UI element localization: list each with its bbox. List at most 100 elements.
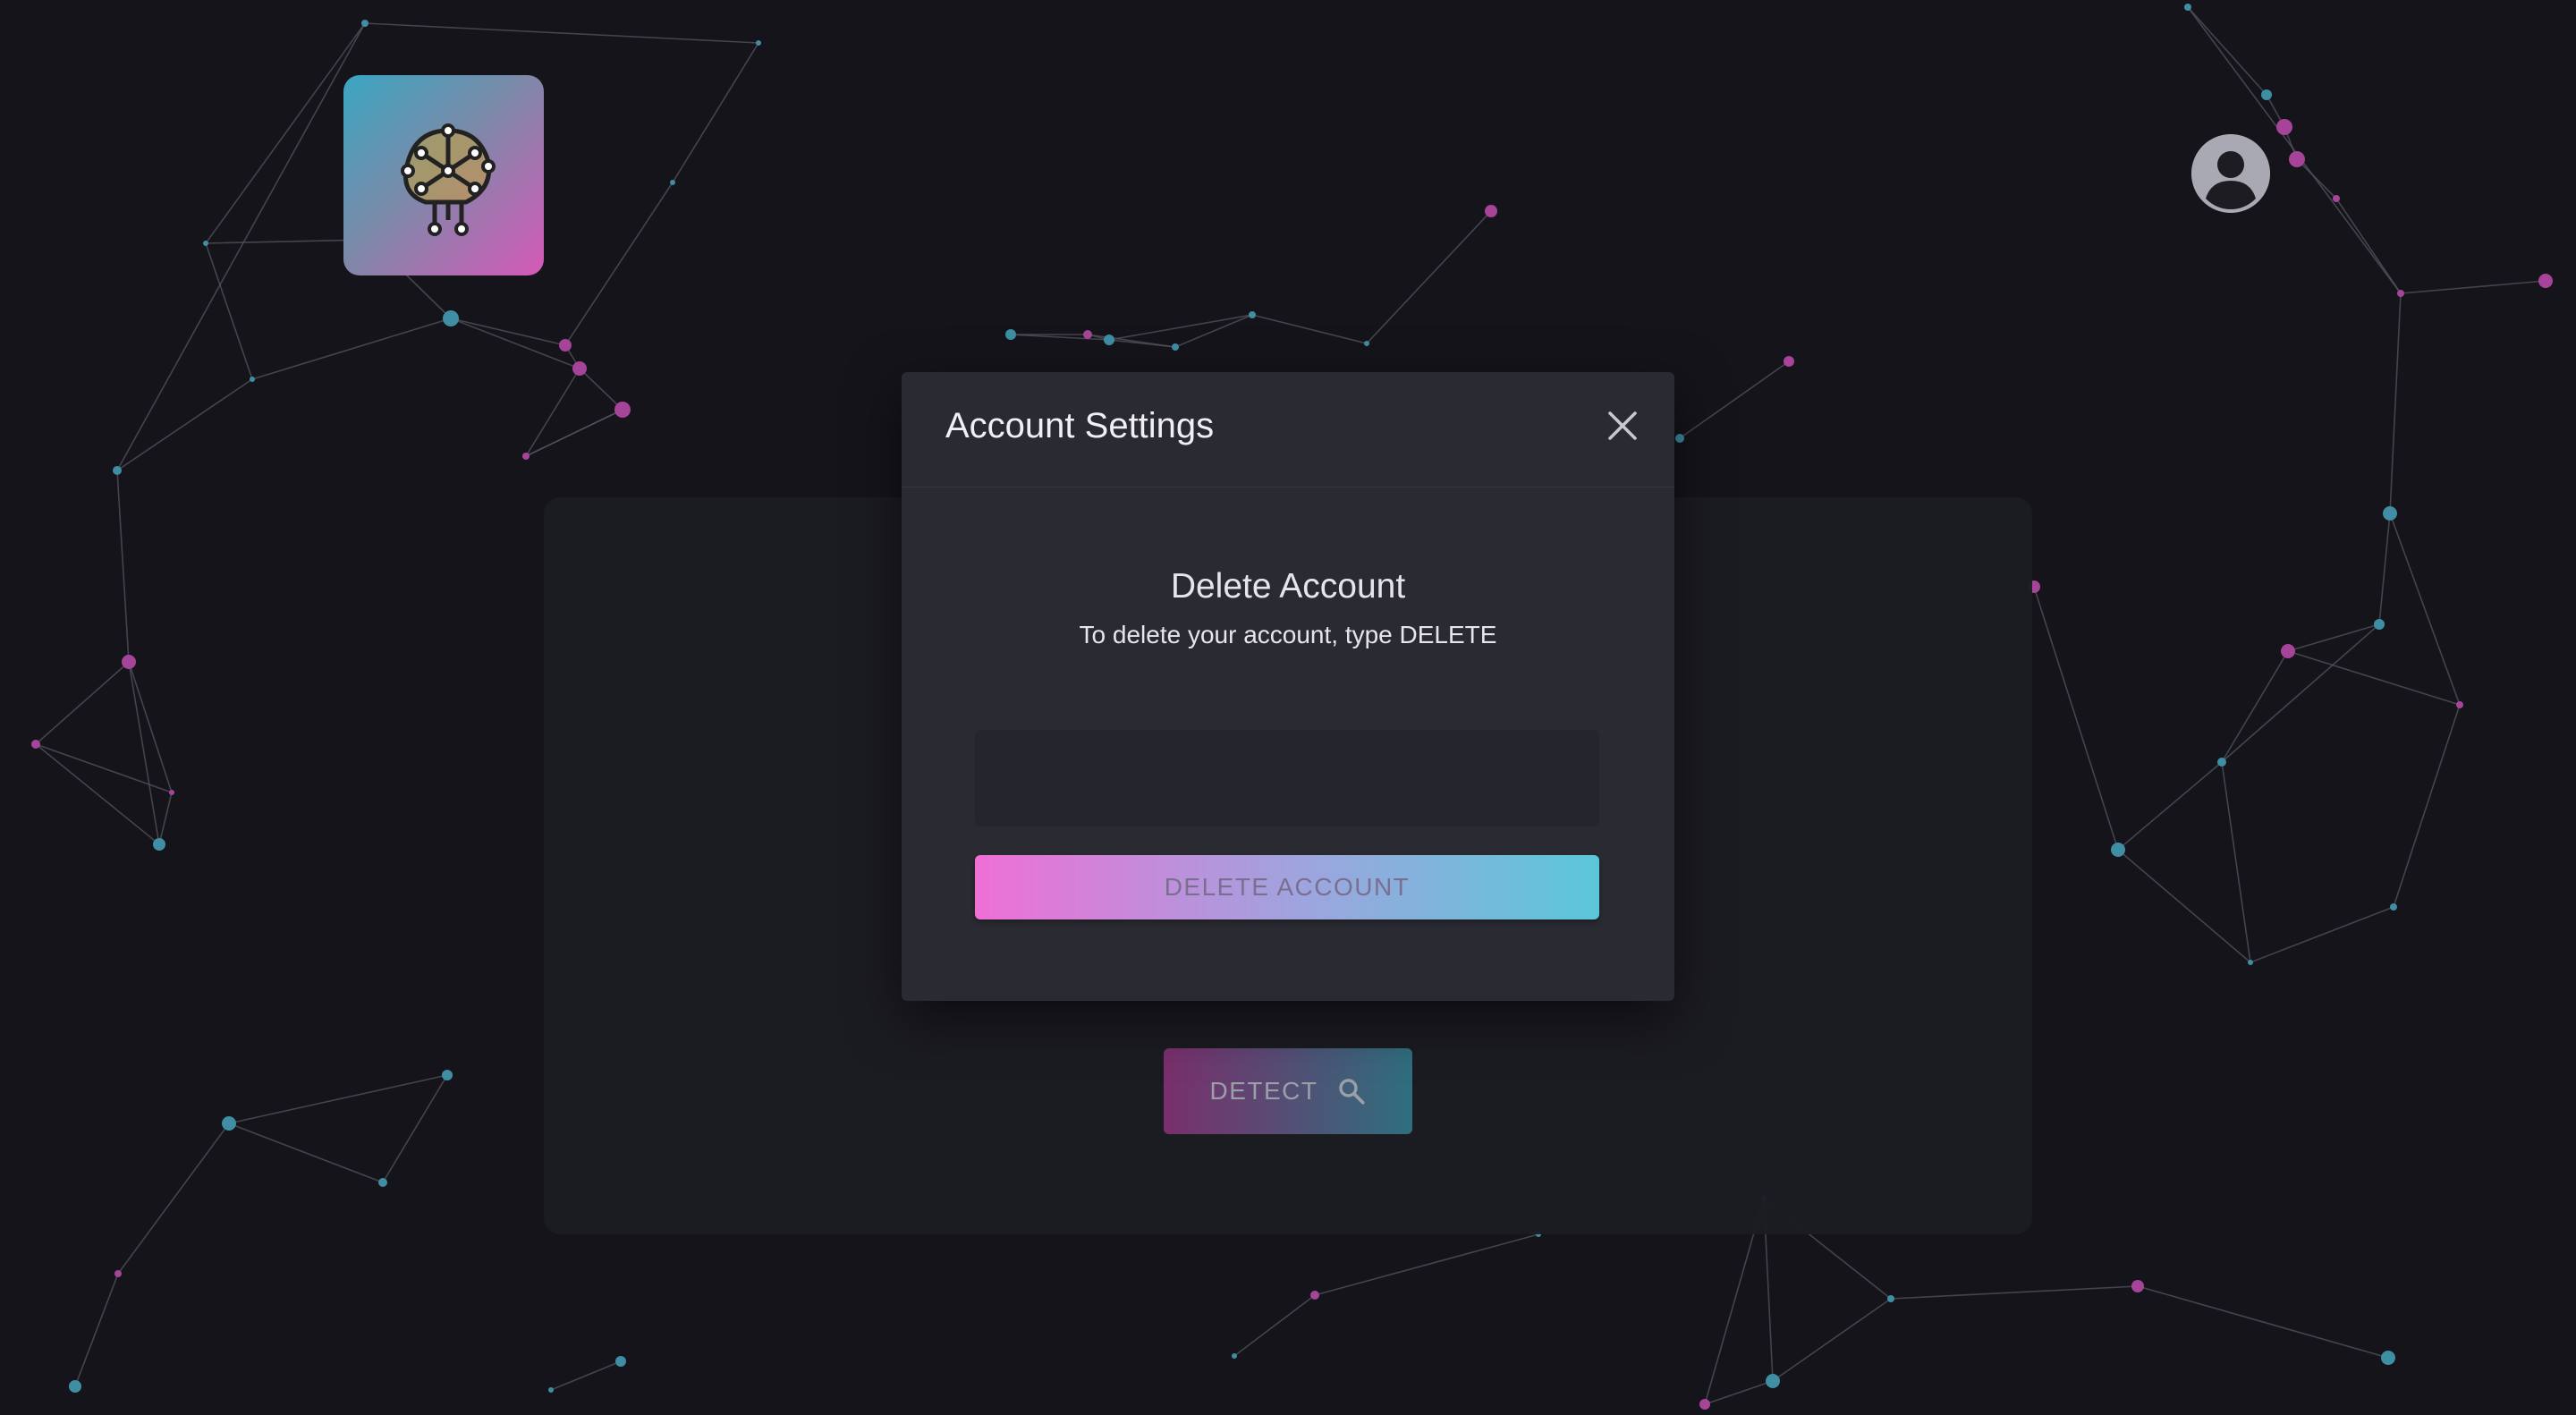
- search-icon: [1338, 1079, 1365, 1105]
- close-button[interactable]: [1605, 408, 1640, 444]
- account-settings-dialog: Account Settings Delete Account To delet…: [902, 372, 1674, 1001]
- network-link: [205, 242, 253, 380]
- network-node: [2538, 274, 2553, 288]
- network-node: [1083, 330, 1092, 339]
- delete-instruction: To delete your account, type DELETE: [1079, 621, 1497, 648]
- network-node: [2276, 119, 2292, 135]
- network-link: [128, 661, 160, 845]
- network-link: [158, 792, 173, 845]
- network-link: [1174, 314, 1253, 348]
- network-link: [116, 470, 130, 663]
- network-link: [116, 378, 253, 471]
- network-link: [251, 318, 452, 380]
- network-link: [2033, 586, 2119, 851]
- network-link: [564, 182, 674, 346]
- network-node: [2184, 4, 2191, 11]
- network-link: [35, 743, 173, 793]
- network-node: [2333, 195, 2340, 202]
- network-link: [550, 1360, 622, 1391]
- network-link: [2287, 650, 2461, 706]
- network-node: [2397, 290, 2404, 297]
- network-link: [382, 1074, 448, 1183]
- delete-account-button[interactable]: DELETE ACCOUNT: [975, 855, 1599, 919]
- network-link: [74, 1273, 119, 1387]
- network-node: [548, 1387, 554, 1393]
- network-node: [442, 1070, 453, 1080]
- network-link: [2117, 849, 2251, 963]
- network-node: [522, 453, 530, 460]
- network-node: [2383, 506, 2397, 521]
- network-link: [1233, 1294, 1316, 1357]
- network-link: [228, 1123, 384, 1183]
- network-link: [2221, 623, 2380, 763]
- network-node: [1784, 356, 1794, 367]
- network-node: [203, 241, 208, 246]
- network-link: [1251, 314, 1368, 344]
- network-link: [2221, 761, 2251, 963]
- network-node: [2217, 758, 2226, 767]
- network-link: [2389, 292, 2402, 514]
- network-link: [2393, 704, 2461, 908]
- user-avatar-button[interactable]: [2191, 134, 2270, 213]
- network-node: [1172, 343, 1179, 351]
- network-node: [559, 339, 572, 352]
- network-link: [2250, 906, 2394, 963]
- detect-button[interactable]: DETECT: [1164, 1048, 1412, 1134]
- network-node: [222, 1116, 236, 1131]
- network-node: [1310, 1291, 1319, 1300]
- network-link: [1679, 360, 1790, 439]
- delete-account-heading: Delete Account: [1170, 567, 1406, 606]
- network-node: [122, 655, 136, 669]
- network-link: [2296, 158, 2337, 199]
- network-link: [672, 42, 759, 183]
- network-link: [35, 661, 130, 745]
- detect-button-label: DETECT: [1209, 1077, 1318, 1105]
- app-logo[interactable]: [343, 75, 544, 275]
- network-node: [1766, 1374, 1780, 1388]
- network-node: [1104, 335, 1114, 345]
- network-link: [205, 22, 366, 244]
- network-node: [1675, 434, 1684, 443]
- network-link: [2335, 198, 2402, 294]
- network-link: [2221, 650, 2289, 763]
- network-node: [2261, 89, 2272, 100]
- network-node: [2111, 843, 2125, 857]
- network-node: [1887, 1295, 1894, 1302]
- network-node: [756, 40, 761, 46]
- delete-confirm-input[interactable]: [975, 730, 1599, 826]
- network-node: [2281, 644, 2295, 658]
- close-icon: [1608, 411, 1637, 440]
- network-link: [1890, 1285, 2139, 1300]
- network-node: [2390, 903, 2397, 911]
- network-node: [443, 310, 459, 326]
- network-link: [2137, 1285, 2389, 1359]
- network-node: [1364, 341, 1369, 346]
- network-link: [1366, 210, 1492, 344]
- network-node: [2131, 1280, 2144, 1292]
- network-node: [614, 402, 631, 418]
- network-node: [1699, 1399, 1710, 1410]
- network-link: [1704, 1380, 1774, 1405]
- network-link: [1314, 1233, 1539, 1296]
- network-link: [2400, 280, 2546, 294]
- network-link: [2117, 761, 2223, 851]
- network-node: [69, 1380, 81, 1393]
- network-link: [1772, 1298, 1892, 1382]
- dialog-title: Account Settings: [945, 406, 1215, 445]
- brain-network-icon: [401, 123, 496, 236]
- network-node: [1485, 205, 1497, 217]
- network-link: [116, 22, 366, 471]
- user-avatar-icon: [2191, 134, 2270, 213]
- network-link: [364, 22, 759, 44]
- network-link: [579, 368, 623, 411]
- network-node: [2456, 701, 2463, 708]
- dialog-header: Account Settings: [902, 372, 1674, 487]
- network-node: [2381, 1351, 2395, 1365]
- network-node: [361, 20, 369, 27]
- network-node: [153, 838, 165, 851]
- network-node: [670, 180, 675, 185]
- network-node: [2248, 960, 2253, 965]
- network-node: [2289, 151, 2305, 167]
- network-link: [2187, 6, 2267, 96]
- network-node: [572, 361, 587, 376]
